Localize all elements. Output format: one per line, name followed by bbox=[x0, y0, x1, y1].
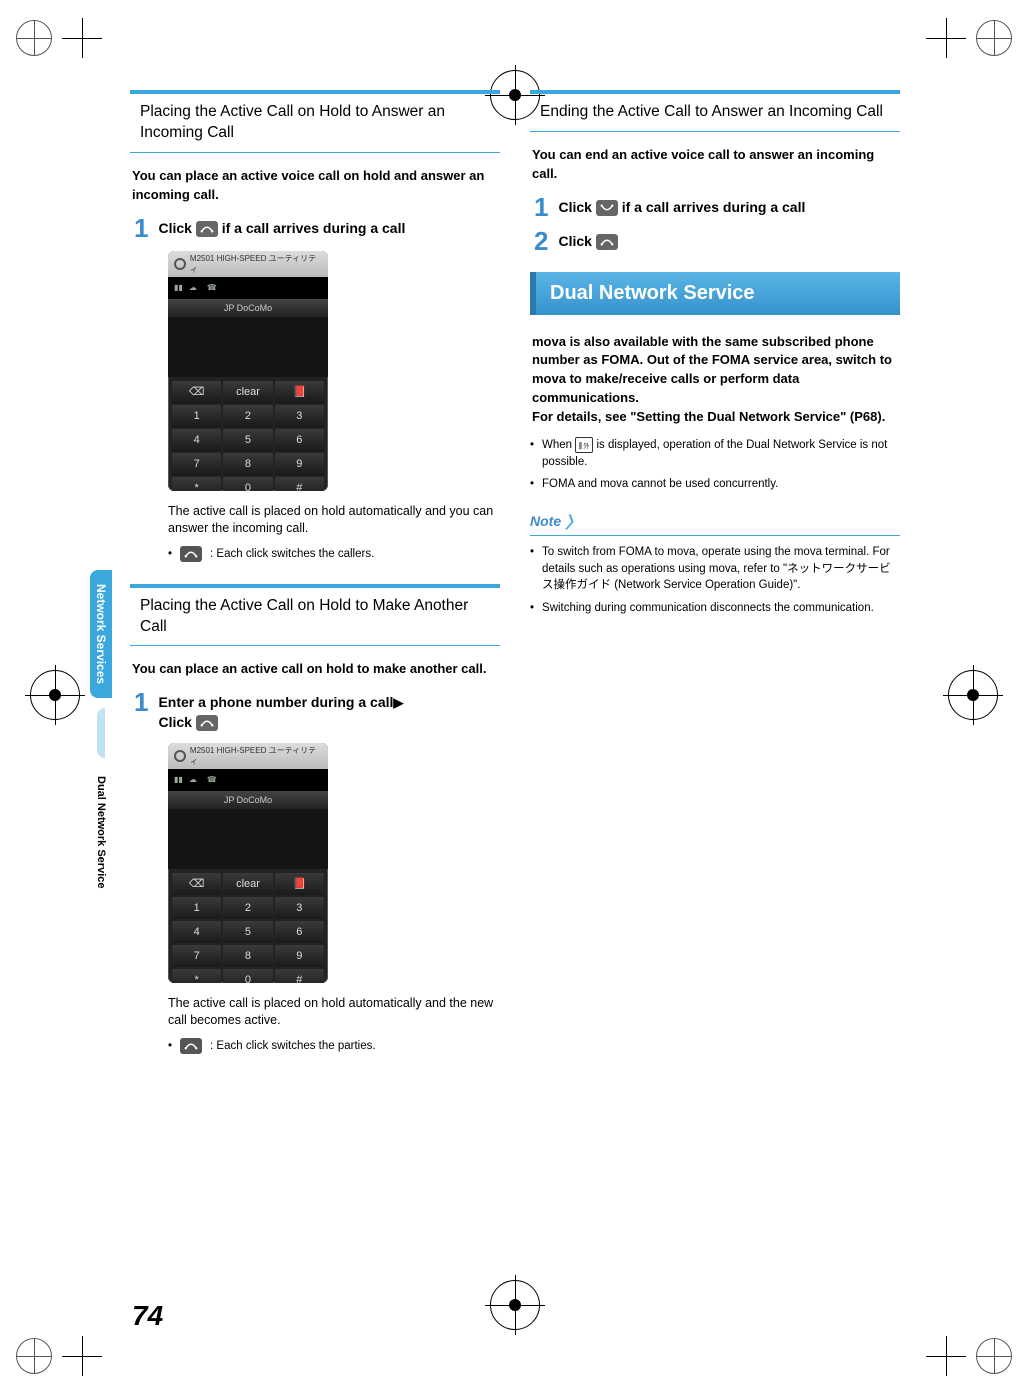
side-tab-subtitle: Dual Network Service bbox=[95, 776, 107, 889]
bullet-text-b: is displayed, operation of the Dual Netw… bbox=[542, 439, 887, 468]
bullet-row: • FOMA and mova cannot be used concurren… bbox=[530, 476, 900, 493]
side-tab-spacer bbox=[97, 708, 105, 758]
step-number: 1 bbox=[134, 689, 148, 732]
step-text-b: Click bbox=[158, 714, 195, 730]
call-end-icon bbox=[596, 200, 618, 216]
note-row: • Switching during communication disconn… bbox=[530, 600, 900, 617]
ss-carrier: JP DoCoMo bbox=[168, 299, 328, 317]
step-text-a: Click bbox=[158, 220, 195, 236]
section-heading: Placing the Active Call on Hold to Make … bbox=[130, 584, 500, 647]
section-intro: You can end an active voice call to answ… bbox=[530, 146, 900, 184]
out-of-service-icon: 外 bbox=[575, 437, 593, 453]
registration-target bbox=[948, 670, 998, 720]
right-column: Ending the Active Call to Answer an Inco… bbox=[530, 90, 900, 1290]
side-tab-network-services: Network Services bbox=[90, 570, 112, 698]
call-answer-icon bbox=[596, 234, 618, 250]
screenshot-caption: The active call is placed on hold automa… bbox=[168, 503, 500, 538]
step-text-a: Click bbox=[558, 233, 595, 249]
crop-mark bbox=[62, 18, 102, 58]
step-number: 1 bbox=[534, 194, 548, 220]
note-text: To switch from FOMA to mova, operate usi… bbox=[542, 544, 900, 594]
ss-title: M2501 HIGH-SPEED ユーティリティ bbox=[190, 253, 322, 275]
intro-para2: For details, see "Setting the Dual Netwo… bbox=[532, 409, 885, 424]
bullet-row: • : Each click switches the parties. bbox=[168, 1038, 500, 1054]
step-text-a: Click bbox=[558, 199, 595, 215]
major-heading: Dual Network Service bbox=[530, 272, 900, 315]
step-text: Enter a phone number during a call▶ Clic… bbox=[158, 689, 500, 732]
note-row: • To switch from FOMA to mova, operate u… bbox=[530, 544, 900, 594]
registration-target bbox=[30, 670, 80, 720]
section-heading: Ending the Active Call to Answer an Inco… bbox=[530, 90, 900, 132]
step-number: 1 bbox=[134, 215, 148, 241]
bullet-row: • : Each click switches the callers. bbox=[168, 546, 500, 562]
page-number: 74 bbox=[132, 1300, 163, 1332]
crop-mark bbox=[62, 1336, 102, 1376]
bullet-row: • When 外 is displayed, operation of the … bbox=[530, 437, 900, 470]
utility-screenshot: M2501 HIGH-SPEED ユーティリティ ▮▮☁☎ JP DoCoMo … bbox=[168, 743, 328, 983]
step-text-b: if a call arrives during a call bbox=[222, 220, 406, 236]
screenshot-caption: The active call is placed on hold automa… bbox=[168, 995, 500, 1030]
section-intro: You can place an active call on hold to … bbox=[130, 660, 500, 679]
intro-para1: mova is also available with the same sub… bbox=[532, 334, 892, 406]
registration-circle bbox=[976, 1338, 1012, 1374]
call-answer-icon bbox=[196, 715, 218, 731]
call-answer-icon bbox=[196, 221, 218, 237]
step-row: 1 Click if a call arrives during a call bbox=[530, 194, 900, 220]
utility-screenshot: M2501 HIGH-SPEED ユーティリティ ▮▮☁☎ JP DoCoMo … bbox=[168, 251, 328, 491]
side-tabs: Network Services Dual Network Service bbox=[90, 570, 112, 889]
step-row: 2 Click bbox=[530, 228, 900, 254]
left-column: Placing the Active Call on Hold to Answe… bbox=[130, 90, 500, 1290]
note-label: Note bbox=[530, 513, 561, 529]
step-text: Click if a call arrives during a call bbox=[158, 215, 500, 241]
crop-mark bbox=[926, 18, 966, 58]
note-text: Switching during communication disconnec… bbox=[542, 600, 874, 617]
section-intro: mova is also available with the same sub… bbox=[530, 333, 900, 427]
step-row: 1 Click if a call arrives during a call bbox=[130, 215, 500, 241]
note-heading: Note 〉 bbox=[530, 509, 900, 536]
registration-circle bbox=[16, 20, 52, 56]
step-text-a: Enter a phone number during a call bbox=[158, 694, 393, 710]
bullet-text: : Each click switches the callers. bbox=[210, 546, 374, 562]
call-switch-icon bbox=[180, 1038, 202, 1054]
registration-circle bbox=[976, 20, 1012, 56]
bullet-text-a: When bbox=[542, 439, 575, 451]
bullet-text: : Each click switches the parties. bbox=[210, 1038, 376, 1054]
step-text: Click if a call arrives during a call bbox=[558, 194, 900, 220]
registration-circle bbox=[16, 1338, 52, 1374]
section-heading: Placing the Active Call on Hold to Answe… bbox=[130, 90, 500, 153]
svg-text:外: 外 bbox=[584, 441, 591, 450]
step-number: 2 bbox=[534, 228, 548, 254]
step-text: Click bbox=[558, 228, 900, 254]
note-arrow-icon: 〉 bbox=[565, 509, 581, 533]
section-intro: You can place an active voice call on ho… bbox=[130, 167, 500, 205]
call-switch-icon bbox=[180, 546, 202, 562]
step-row: 1 Enter a phone number during a call▶ Cl… bbox=[130, 689, 500, 732]
step-text-b: if a call arrives during a call bbox=[622, 199, 806, 215]
crop-mark bbox=[926, 1336, 966, 1376]
bullet-text: FOMA and mova cannot be used concurrentl… bbox=[542, 476, 778, 493]
